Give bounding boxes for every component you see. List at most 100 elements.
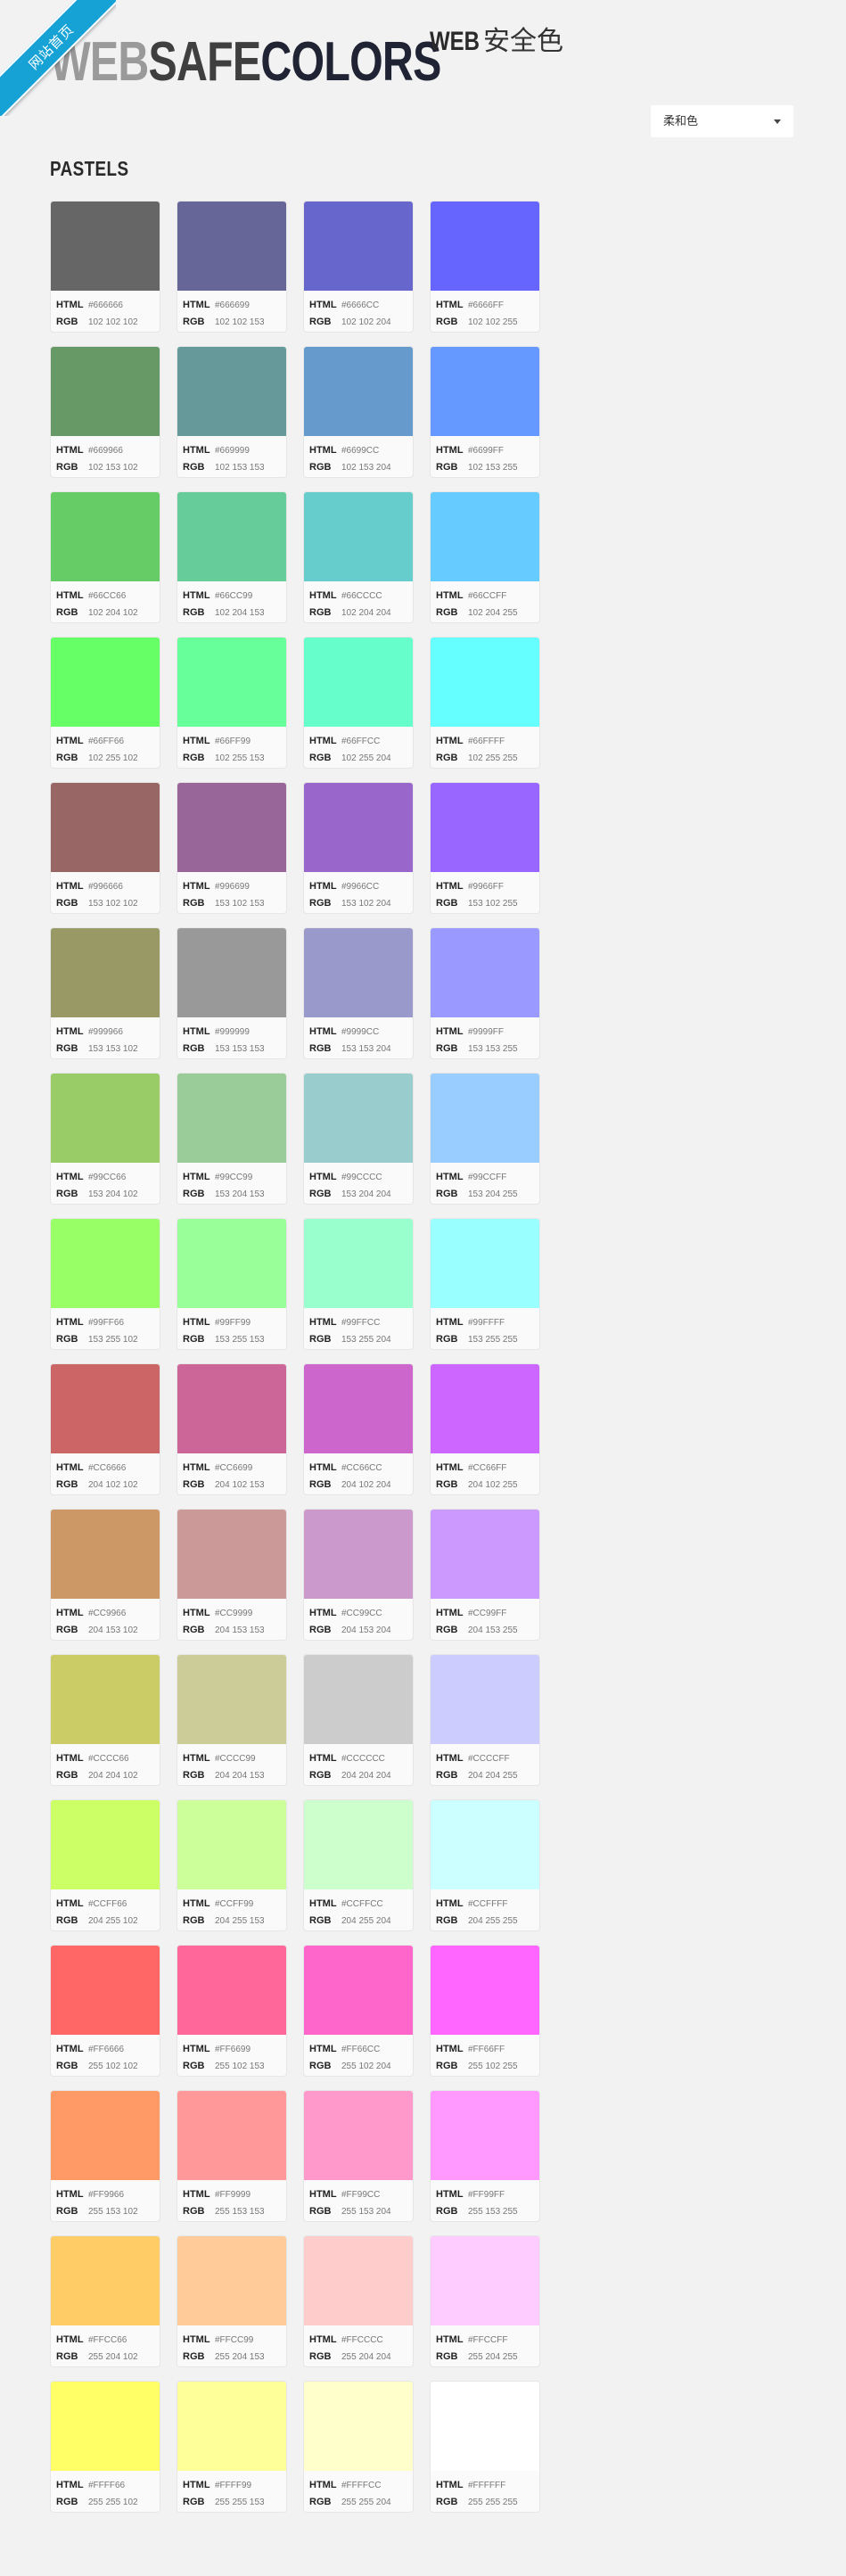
color-swatch[interactable] [51, 1655, 160, 1744]
html-value[interactable]: #99CC66 [88, 1173, 126, 1182]
html-value[interactable]: #9999FF [468, 1027, 504, 1037]
color-card[interactable]: HTML #CC9999 RGB 204 153 153 [177, 1509, 287, 1641]
html-value[interactable]: #6666CC [341, 300, 379, 310]
html-value[interactable]: #6666FF [468, 300, 504, 310]
color-swatch[interactable] [304, 1074, 413, 1163]
color-card[interactable]: HTML #FF6699 RGB 255 102 153 [177, 1945, 287, 2077]
color-swatch[interactable] [177, 202, 286, 291]
color-swatch[interactable] [51, 2091, 160, 2180]
color-swatch[interactable] [431, 492, 539, 581]
rgb-value[interactable]: 204 255 153 [215, 1916, 265, 1926]
color-swatch[interactable] [51, 928, 160, 1017]
color-card[interactable]: HTML #9966CC RGB 153 102 204 [303, 782, 414, 914]
html-value[interactable]: #66CC66 [88, 591, 126, 601]
color-swatch[interactable] [431, 783, 539, 872]
color-card[interactable]: HTML #CC6666 RGB 204 102 102 [50, 1363, 160, 1495]
color-swatch[interactable] [431, 2236, 539, 2325]
html-value[interactable]: #66FFFF [468, 737, 505, 746]
color-swatch[interactable] [51, 1219, 160, 1308]
color-swatch[interactable] [304, 2091, 413, 2180]
rgb-value[interactable]: 255 255 102 [88, 2498, 138, 2507]
rgb-value[interactable]: 204 204 204 [341, 1771, 391, 1781]
color-card[interactable]: HTML #9999CC RGB 153 153 204 [303, 927, 414, 1059]
color-swatch[interactable] [177, 1655, 286, 1744]
rgb-value[interactable]: 102 204 102 [88, 608, 138, 618]
color-card[interactable]: HTML #CCCC66 RGB 204 204 102 [50, 1654, 160, 1786]
rgb-value[interactable]: 204 255 255 [468, 1916, 518, 1926]
color-swatch[interactable] [431, 1800, 539, 1889]
rgb-value[interactable]: 255 102 204 [341, 2062, 391, 2071]
color-card[interactable]: HTML #FF99CC RGB 255 153 204 [303, 2090, 414, 2222]
rgb-value[interactable]: 204 204 102 [88, 1771, 138, 1781]
html-value[interactable]: #9966FF [468, 882, 504, 892]
color-card[interactable]: HTML #6666CC RGB 102 102 204 [303, 201, 414, 333]
rgb-value[interactable]: 153 204 102 [88, 1189, 138, 1199]
rgb-value[interactable]: 102 204 153 [215, 608, 265, 618]
color-swatch[interactable] [51, 783, 160, 872]
color-card[interactable]: HTML #999966 RGB 153 153 102 [50, 927, 160, 1059]
rgb-value[interactable]: 153 102 204 [341, 899, 391, 909]
html-value[interactable]: #66CCFF [468, 591, 506, 601]
html-value[interactable]: #666666 [88, 300, 123, 310]
rgb-value[interactable]: 255 255 255 [468, 2498, 518, 2507]
rgb-value[interactable]: 102 255 204 [341, 753, 391, 763]
color-card[interactable]: HTML #CCFF66 RGB 204 255 102 [50, 1799, 160, 1931]
rgb-value[interactable]: 204 102 102 [88, 1480, 138, 1490]
color-card[interactable]: HTML #FF99FF RGB 255 153 255 [430, 2090, 540, 2222]
rgb-value[interactable]: 102 102 255 [468, 317, 518, 327]
color-card[interactable]: HTML #666699 RGB 102 102 153 [177, 201, 287, 333]
color-card[interactable]: HTML #CCFF99 RGB 204 255 153 [177, 1799, 287, 1931]
color-card[interactable]: HTML #99CC99 RGB 153 204 153 [177, 1073, 287, 1205]
color-swatch[interactable] [431, 1074, 539, 1163]
html-value[interactable]: #FF6666 [88, 2045, 124, 2054]
color-card[interactable]: HTML #99FFFF RGB 153 255 255 [430, 1218, 540, 1350]
color-card[interactable]: HTML #669999 RGB 102 153 153 [177, 346, 287, 478]
html-value[interactable]: #CCCCFF [468, 1754, 510, 1764]
color-card[interactable]: HTML #99CCCC RGB 153 204 204 [303, 1073, 414, 1205]
html-value[interactable]: #FFFF66 [88, 2481, 125, 2490]
rgb-value[interactable]: 102 204 204 [341, 608, 391, 618]
rgb-value[interactable]: 102 153 102 [88, 463, 138, 473]
color-swatch[interactable] [177, 638, 286, 727]
rgb-value[interactable]: 204 102 204 [341, 1480, 391, 1490]
rgb-value[interactable]: 204 102 153 [215, 1480, 265, 1490]
html-value[interactable]: #669966 [88, 446, 123, 456]
rgb-value[interactable]: 102 255 153 [215, 753, 265, 763]
color-swatch[interactable] [177, 1946, 286, 2035]
html-value[interactable]: #FFCCCC [341, 2335, 383, 2345]
html-value[interactable]: #669999 [215, 446, 250, 456]
html-value[interactable]: #CC6666 [88, 1463, 126, 1473]
color-swatch[interactable] [431, 928, 539, 1017]
color-swatch[interactable] [177, 783, 286, 872]
rgb-value[interactable]: 204 102 255 [468, 1480, 518, 1490]
color-card[interactable]: HTML #999999 RGB 153 153 153 [177, 927, 287, 1059]
rgb-value[interactable]: 204 255 102 [88, 1916, 138, 1926]
html-value[interactable]: #66FFCC [341, 737, 380, 746]
home-ribbon-wrap[interactable]: 网站首页 [0, 0, 116, 116]
html-value[interactable]: #CCFFFF [468, 1899, 507, 1909]
rgb-value[interactable]: 255 204 102 [88, 2352, 138, 2362]
rgb-value[interactable]: 102 204 255 [468, 608, 518, 618]
rgb-value[interactable]: 153 102 102 [88, 899, 138, 909]
html-value[interactable]: #CC99CC [341, 1609, 382, 1618]
color-swatch[interactable] [177, 2382, 286, 2471]
color-swatch[interactable] [51, 2236, 160, 2325]
rgb-value[interactable]: 255 102 102 [88, 2062, 138, 2071]
rgb-value[interactable]: 102 102 102 [88, 317, 138, 327]
color-swatch[interactable] [51, 1364, 160, 1453]
color-swatch[interactable] [304, 492, 413, 581]
color-card[interactable]: HTML #CC9966 RGB 204 153 102 [50, 1509, 160, 1641]
rgb-value[interactable]: 204 204 255 [468, 1771, 518, 1781]
rgb-value[interactable]: 255 102 153 [215, 2062, 265, 2071]
color-swatch[interactable] [431, 1655, 539, 1744]
rgb-value[interactable]: 255 204 204 [341, 2352, 391, 2362]
html-value[interactable]: #FFFFCC [341, 2481, 381, 2490]
rgb-value[interactable]: 255 153 153 [215, 2207, 265, 2217]
rgb-value[interactable]: 153 255 153 [215, 1335, 265, 1345]
html-value[interactable]: #99FFCC [341, 1318, 380, 1328]
html-value[interactable]: #FF66FF [468, 2045, 505, 2054]
color-card[interactable]: HTML #CCCCCC RGB 204 204 204 [303, 1654, 414, 1786]
color-card[interactable]: HTML #996699 RGB 153 102 153 [177, 782, 287, 914]
html-value[interactable]: #99CC99 [215, 1173, 252, 1182]
color-card[interactable]: HTML #9966FF RGB 153 102 255 [430, 782, 540, 914]
